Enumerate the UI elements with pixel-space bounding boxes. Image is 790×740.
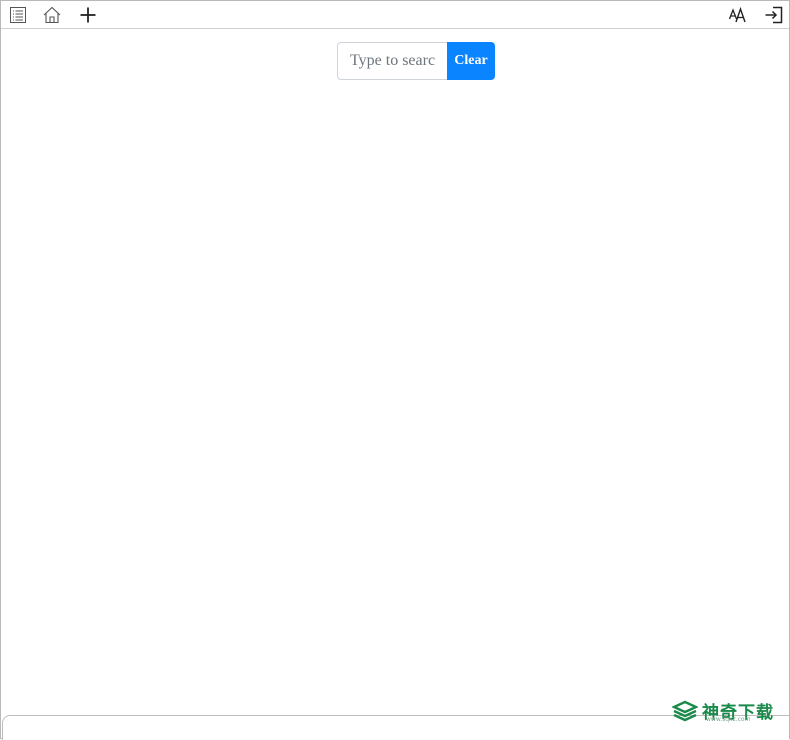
clear-button[interactable]: Clear — [447, 42, 495, 80]
toc-icon — [10, 7, 26, 23]
toolbar — [1, 1, 789, 29]
toc-button[interactable] — [7, 4, 29, 26]
plus-icon — [80, 7, 96, 23]
app-window: Clear — [0, 0, 790, 740]
search-group: Clear — [337, 42, 495, 80]
add-button[interactable] — [77, 4, 99, 26]
box-logo-icon — [672, 700, 698, 722]
exit-button[interactable] — [763, 4, 785, 26]
watermark-logo: 神奇下载 www.sqxz.com — [670, 696, 782, 724]
watermark-subtext: www.sqxz.com — [706, 716, 751, 723]
search-input[interactable] — [337, 42, 447, 80]
font-size-button[interactable] — [727, 4, 749, 26]
font-size-icon — [728, 6, 746, 23]
exit-icon — [765, 6, 783, 24]
home-button[interactable] — [41, 4, 63, 26]
home-icon — [43, 6, 61, 24]
